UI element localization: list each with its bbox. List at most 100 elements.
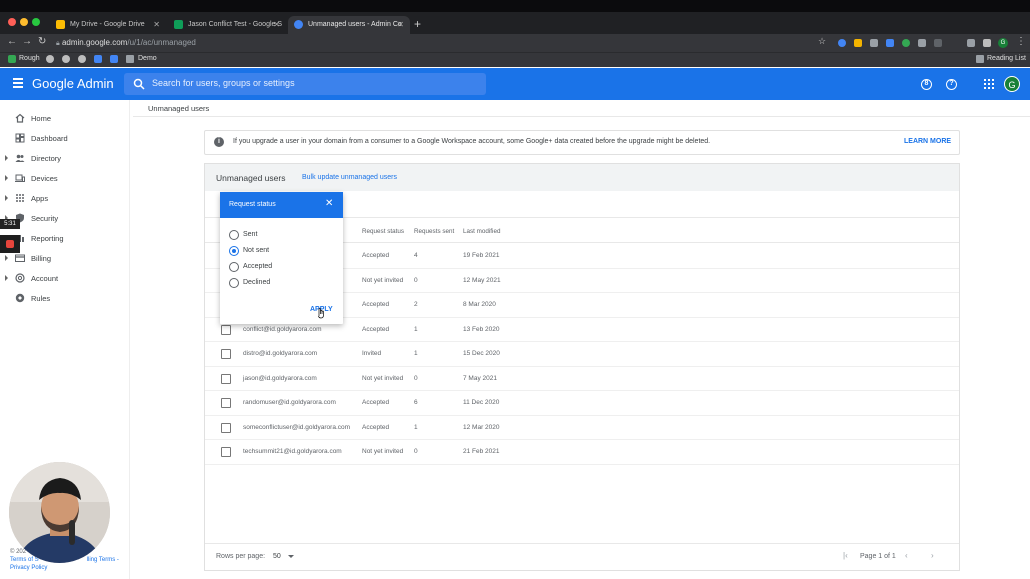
table-row[interactable]: randomuser@id.goldyarora.com Accepted 6 … xyxy=(205,391,959,416)
browser-menu-icon[interactable]: ⋮ xyxy=(1016,36,1026,47)
radio-button-selected[interactable] xyxy=(229,246,239,256)
bookmark-star-icon[interactable]: ☆ xyxy=(818,36,826,47)
main-menu-icon[interactable] xyxy=(13,78,23,88)
search-icon xyxy=(133,78,145,90)
option-declined[interactable]: Declined xyxy=(229,277,329,291)
sidebar-item-home[interactable]: Home xyxy=(0,110,130,128)
row-checkbox[interactable] xyxy=(221,422,231,433)
extension-icon[interactable] xyxy=(854,39,862,47)
os-menubar xyxy=(0,0,1030,12)
row-email[interactable]: distro@id.goldyarora.com xyxy=(243,350,317,357)
first-page-icon[interactable]: |‹ xyxy=(843,551,848,560)
row-requests-sent: 0 xyxy=(414,276,418,284)
row-email[interactable]: techsummit21@id.goldyarora.com xyxy=(243,448,342,455)
sidebar-item-rules[interactable]: Rules xyxy=(0,290,130,308)
extension-icon[interactable] xyxy=(934,39,942,47)
next-page-icon[interactable]: › xyxy=(931,551,934,560)
support-icon[interactable]: 8 xyxy=(921,79,932,90)
privacy-policy-link[interactable]: Privacy Policy xyxy=(10,564,119,572)
expand-arrow-icon[interactable] xyxy=(5,155,8,161)
row-checkbox[interactable] xyxy=(221,324,231,335)
google-apps-grid-icon[interactable] xyxy=(984,79,994,89)
account-avatar[interactable]: G xyxy=(1004,76,1020,92)
bookmark-icon[interactable] xyxy=(110,55,118,63)
tab-admin-console[interactable]: Unmanaged users - Admin Co ✕ xyxy=(288,16,410,34)
expand-arrow-icon[interactable] xyxy=(5,195,8,201)
sidebar-item-devices[interactable]: Devices xyxy=(0,170,130,188)
previous-page-icon[interactable]: ‹ xyxy=(905,551,908,560)
chevron-down-icon[interactable] xyxy=(288,555,294,558)
option-sent[interactable]: Sent xyxy=(229,229,329,243)
option-not-sent[interactable]: Not sent xyxy=(229,245,329,259)
sidebar-item-account[interactable]: Account xyxy=(0,270,130,288)
sidebar-item-label: Reporting xyxy=(31,234,64,243)
google-admin-logo[interactable]: Google Admin xyxy=(32,76,114,91)
extension-icon[interactable] xyxy=(886,39,894,47)
bookmark-icon[interactable] xyxy=(62,55,70,63)
row-checkbox[interactable] xyxy=(221,447,231,457)
dialog-title: Request status xyxy=(229,201,276,208)
option-accepted[interactable]: Accepted xyxy=(229,261,329,275)
bookmark-icon[interactable] xyxy=(94,55,102,63)
radio-button[interactable] xyxy=(229,262,239,272)
back-arrow-icon[interactable]: ← xyxy=(7,36,17,47)
row-checkbox[interactable] xyxy=(221,373,231,384)
bookmark-icon[interactable] xyxy=(78,55,86,63)
table-row[interactable]: distro@id.goldyarora.com Invited 1 15 De… xyxy=(205,342,959,367)
browser-profile-avatar[interactable]: G xyxy=(998,38,1008,48)
close-tab-icon[interactable]: ✕ xyxy=(397,20,404,29)
row-email[interactable]: someconflictuser@id.goldyarora.com xyxy=(243,424,350,431)
extension-icon[interactable] xyxy=(902,39,910,47)
sidebar-item-dashboard[interactable]: Dashboard xyxy=(0,130,130,148)
close-tab-icon[interactable]: ✕ xyxy=(273,20,280,29)
search-input[interactable]: Search for users, groups or settings xyxy=(152,78,295,88)
column-requests-sent[interactable]: Requests sent xyxy=(414,228,454,235)
table-row[interactable]: someconflictuser@id.goldyarora.com Accep… xyxy=(205,416,959,440)
table-row[interactable]: techsummit21@id.goldyarora.com Not yet i… xyxy=(205,440,959,465)
reload-icon[interactable]: ↻ xyxy=(38,36,46,47)
bookmark-rough[interactable]: Rough xyxy=(19,55,40,62)
tab-sheets[interactable]: Jason Conflict Test - Google S ✕ xyxy=(168,16,286,34)
extension-icon[interactable] xyxy=(870,39,878,47)
row-email[interactable]: randomuser@id.goldyarora.com xyxy=(243,399,336,406)
sidebar-item-label: Security xyxy=(31,214,59,223)
help-icon[interactable]: ? xyxy=(946,79,957,90)
row-email[interactable]: jason@id.goldyarora.com xyxy=(243,375,317,382)
table-row[interactable]: jason@id.goldyarora.com Not yet invited … xyxy=(205,367,959,391)
row-email[interactable]: conflict@id.goldyarora.com xyxy=(243,326,322,333)
radio-button[interactable] xyxy=(229,230,239,240)
new-tab-plus-icon[interactable]: + xyxy=(414,17,421,31)
puzzle-extensions-icon[interactable] xyxy=(983,39,991,47)
stop-recording-button[interactable] xyxy=(0,235,20,253)
learn-more-link[interactable]: LEARN MORE xyxy=(904,138,951,145)
radio-button[interactable] xyxy=(229,278,239,288)
forward-arrow-icon[interactable]: → xyxy=(22,36,32,47)
rows-per-page-select[interactable]: 50 xyxy=(273,553,281,560)
expand-arrow-icon[interactable] xyxy=(5,255,8,261)
terms-link[interactable]: Terms of S xyxy=(10,557,39,563)
extension-icon[interactable] xyxy=(918,39,926,47)
bookmark-demo-folder[interactable]: Demo xyxy=(138,55,157,62)
reading-list-button[interactable]: Reading List xyxy=(987,55,1026,62)
row-checkbox[interactable] xyxy=(221,398,231,408)
column-request-status[interactable]: Request status xyxy=(362,228,404,235)
sidebar-item-directory[interactable]: Directory xyxy=(0,150,130,168)
expand-arrow-icon[interactable] xyxy=(5,175,8,181)
address-bar[interactable]: 🔒︎ admin.google.com/u/1/ac/unmanaged xyxy=(56,36,826,50)
maximize-window-button[interactable] xyxy=(32,18,40,26)
close-icon[interactable]: ✕ xyxy=(325,199,333,209)
cast-icon[interactable] xyxy=(967,39,975,47)
bulk-update-link[interactable]: Bulk update unmanaged users xyxy=(302,174,397,181)
option-label: Accepted xyxy=(243,263,273,270)
sidebar-item-apps[interactable]: Apps xyxy=(0,190,130,208)
minimize-window-button[interactable] xyxy=(20,18,28,26)
folder-icon xyxy=(126,55,134,63)
column-last-modified[interactable]: Last modified xyxy=(463,228,500,235)
expand-arrow-icon[interactable] xyxy=(5,275,8,281)
tab-google-drive[interactable]: My Drive - Google Drive ✕ xyxy=(50,16,166,34)
row-checkbox[interactable] xyxy=(221,349,231,359)
bookmark-icon[interactable] xyxy=(46,55,54,63)
extension-icon[interactable] xyxy=(838,39,846,47)
close-window-button[interactable] xyxy=(8,18,16,26)
close-tab-icon[interactable]: ✕ xyxy=(153,20,160,29)
